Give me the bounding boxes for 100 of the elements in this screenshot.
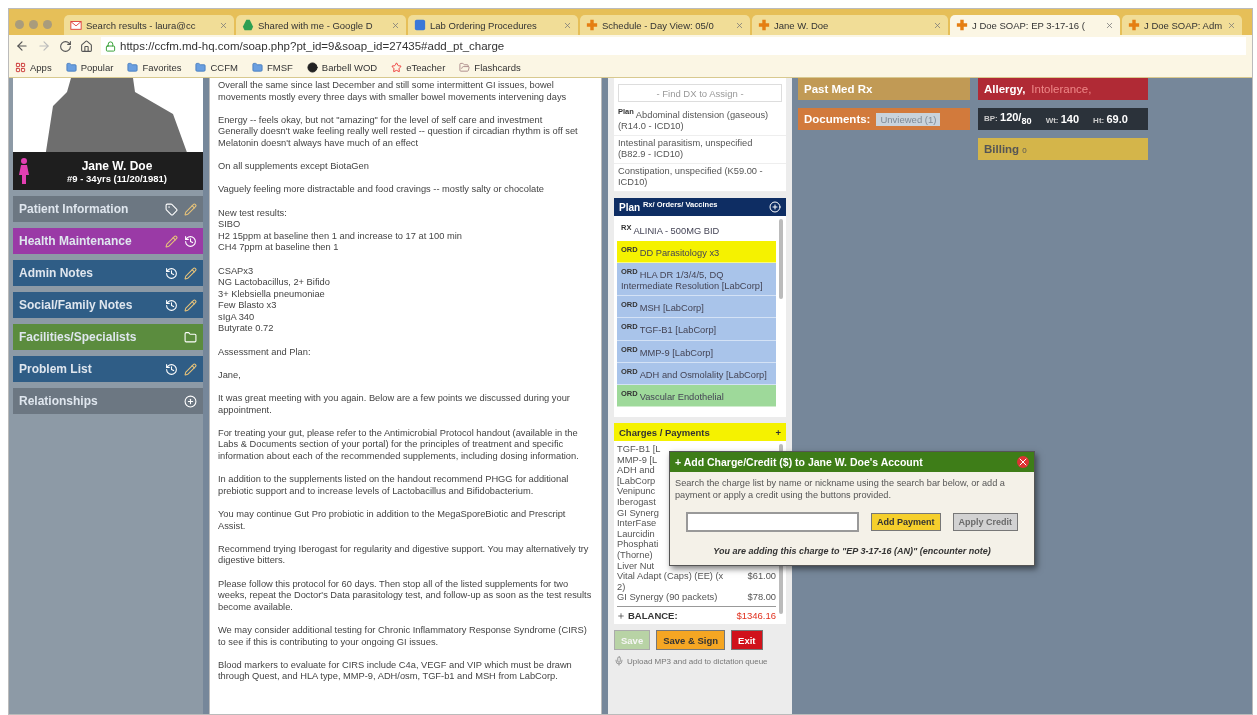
browser-tab[interactable]: Search results - laura@cc <box>64 15 234 35</box>
charge-name: ADH and <box>617 465 655 476</box>
browser-tab[interactable]: Shared with me - Google D <box>236 15 406 35</box>
note-editor[interactable] <box>209 78 602 714</box>
home-icon[interactable] <box>80 39 93 53</box>
note-text: 3+ Klebsiella pneumoniae <box>218 288 326 301</box>
star-icon <box>391 61 403 73</box>
pencil-icon[interactable] <box>184 362 197 376</box>
vital-reading: Wt: 140 <box>1045 113 1080 125</box>
bookmark[interactable]: Apps <box>15 61 52 73</box>
folder-icon <box>127 61 139 73</box>
note-text: Jane, <box>218 369 242 382</box>
close-icon[interactable] <box>1105 20 1114 30</box>
add-icon[interactable] <box>769 201 781 214</box>
plan-item[interactable]: $^{ORD}$ MSH [LabCorp] <box>617 296 776 319</box>
note-text: Recommend trying Iberogast for regularity and digestive support. You may alternatively try digestive bitters. <box>218 543 590 567</box>
plan-item[interactable]: $^{ORD}$ ADH and Osmolality [LabCorp] <box>617 362 776 385</box>
bookmark[interactable]: eTeacher <box>391 61 446 73</box>
charge-name: GI Synerg <box>617 507 659 519</box>
address-bar[interactable]: https://ccfm.md-hq.com/soap.php?pt_id=9&soap_id=27435#add_pt_charge <box>101 37 1246 55</box>
note-text: Overall the same since last December and still some intermittent GI issues, bowel movements mostly every three days with smaller bowel movements intervening days <box>218 80 568 104</box>
upload-link[interactable]: Upload MP3 and add to dictation queue <box>627 656 768 666</box>
sidebar-item[interactable]: Relationships <box>13 388 203 414</box>
sidebar-item[interactable]: Patient Information <box>13 196 203 222</box>
action-button[interactable]: Save & Sign <box>656 630 726 650</box>
bookmark[interactable]: Popular <box>65 61 114 73</box>
dialog-button[interactable]: Add Payment <box>871 513 941 531</box>
sidebar-item[interactable]: Social/Family Notes <box>13 292 203 318</box>
sidebar-item[interactable]: Admin Notes <box>13 260 203 286</box>
microphone-icon <box>614 656 624 666</box>
history-icon[interactable] <box>165 266 178 280</box>
pencil-icon[interactable] <box>184 202 197 216</box>
charge-name: Liver Nut <box>617 560 655 572</box>
pencil-icon[interactable] <box>184 266 197 280</box>
folder-icon <box>195 61 207 73</box>
browser-tab[interactable]: Schedule - Day View: 05/0 <box>580 15 750 35</box>
history-icon[interactable] <box>165 298 178 312</box>
diagnosis-item[interactable]: Constipation, unspecified (K59.00 - ICD10) <box>614 164 786 193</box>
charge-search-field[interactable] <box>686 512 859 532</box>
plan-item[interactable]: $^{ORD}$ MMP-9 [LabCorp] <box>617 340 776 363</box>
charge-name: MMP-9 [L <box>617 454 658 466</box>
history-icon[interactable] <box>184 234 197 248</box>
diagnosis-item[interactable]: Intestinal parasitism, unspecified (B82.9 - ICD10) <box>614 136 786 165</box>
note-text: Blood markers to evaluate for CIRS include C4a, VEGF and VIP which must be drawn through Quest, and HLA type, MMP-9, ADH/osm, TGF-b1 and MSH from LabCorp. <box>218 659 573 683</box>
diagnosis-item[interactable]: $^{Plan}$ Abdominal distension (gaseous) (R14.0 - ICD10) <box>614 104 786 137</box>
note-text: Vaguely feeling more distractable and food cravings -- mostly salty or chocolate <box>218 184 545 196</box>
tag-icon[interactable] <box>165 202 178 216</box>
charge-price: $61.00 <box>747 571 776 584</box>
bookmark[interactable]: Barbell WOD <box>306 61 378 73</box>
add-charge-button[interactable]: + <box>775 426 781 438</box>
plan-item[interactable]: $^{ORD}$ TGF-B1 [LabCorp] <box>617 318 776 341</box>
charge-name: [LabCorp <box>617 475 656 487</box>
allergy-bar[interactable]: Allergy, Intolerance, <box>978 78 1148 100</box>
add-icon[interactable] <box>184 394 197 408</box>
dialog-text: Search the charge list by name or nickname using the search bar below, or add a payment or apply a credit using the buttons provided. <box>674 477 1006 502</box>
circle-icon <box>306 61 318 73</box>
charge-price: $78.00 <box>747 592 776 603</box>
patient-details: #9 - 34yrs (11/20/1981) <box>67 172 167 184</box>
browser-tab[interactable]: Lab Ordering Procedures <box>408 15 578 35</box>
bookmark[interactable]: CCFM <box>195 61 238 73</box>
note-text: sIgA 340 <box>218 311 256 324</box>
sidebar-item[interactable]: Health Maintenance <box>13 228 203 254</box>
cross-icon <box>758 19 770 31</box>
charge-name: Iberogast <box>617 497 656 508</box>
charge-name: Vital Adapt (Caps) (EE) (x 2) <box>617 571 725 593</box>
reload-icon[interactable] <box>59 39 72 53</box>
note-text: Butyrate 0.72 <box>218 323 275 336</box>
note-text: SIBO <box>218 219 242 231</box>
dialog-title: + Add Charge/Credit ($) to Jane W. Doe's Account <box>675 456 923 468</box>
note-text: Generally doesn't wake feeling really well rested -- question if circadian rhythm is off set <box>218 126 579 138</box>
scrollbar[interactable] <box>779 219 783 300</box>
browser-tab[interactable]: J Doe SOAP: EP 3-17-16 ( <box>950 15 1120 35</box>
bookmark[interactable]: Favorites <box>127 61 182 73</box>
browser-tab[interactable]: J Doe SOAP: Adm <box>1122 15 1242 35</box>
pencil-icon[interactable] <box>165 234 178 248</box>
find-dx-field[interactable]: - Find DX to Assign - <box>618 84 782 102</box>
bookmark[interactable]: Flashcards <box>459 61 521 73</box>
bookmark[interactable]: FMSF <box>251 61 293 73</box>
note-text: NG Lactobacillus, 2+ Bifido <box>218 277 331 289</box>
close-icon[interactable] <box>1017 456 1029 468</box>
charge-name: (Thorne) <box>617 550 653 561</box>
action-button[interactable]: Exit <box>731 630 763 650</box>
back-icon[interactable] <box>15 39 29 53</box>
patient-name: Jane W. Doe <box>81 158 153 173</box>
note-text: On all supplements except BiotaGen <box>218 161 370 173</box>
lock-icon <box>105 40 116 52</box>
browser-tab[interactable]: Jane W. Doe <box>752 15 948 35</box>
note-text: Few Blasto x3 <box>218 300 278 312</box>
folder-icon[interactable] <box>184 330 197 344</box>
sidebar-item[interactable]: Problem List <box>13 356 203 382</box>
charge-name: InterFase <box>617 518 657 529</box>
plan-item[interactable]: $^{ORD}$ HLA DR 1/3/4/5, DQ Intermediate Resolution [LabCorp] <box>617 263 776 297</box>
charges-title: Charges / Payments <box>619 426 710 438</box>
plan-item[interactable]: $^{ORD}$ Vascular Endothelial <box>617 384 776 407</box>
charge-name: Phosphati <box>617 539 659 551</box>
history-icon[interactable] <box>165 362 178 376</box>
plan-item[interactable]: $^{ORD}$ DD Parasitology x3 <box>617 241 776 264</box>
billing-bar[interactable]: Billing 0 <box>978 138 1148 160</box>
note-text: CSAPx3 <box>218 265 255 278</box>
pencil-icon[interactable] <box>184 298 197 312</box>
